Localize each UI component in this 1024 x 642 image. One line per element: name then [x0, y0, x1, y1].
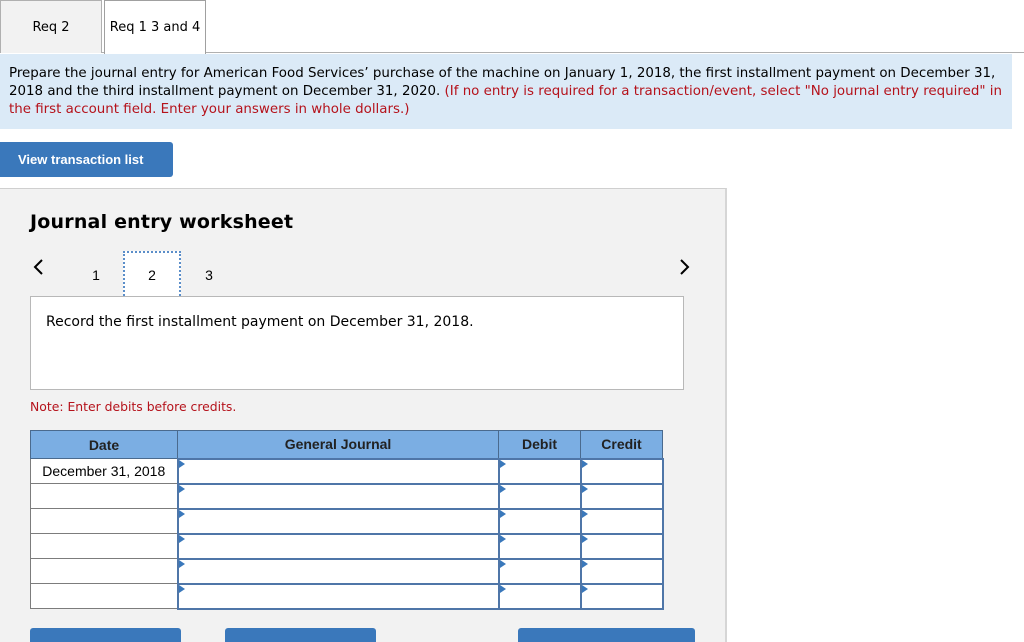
date-cell	[30, 508, 178, 534]
field-marker-icon	[178, 559, 185, 568]
credit-input-cell	[579, 532, 664, 560]
debit-input[interactable]	[499, 560, 580, 582]
table-row	[30, 582, 664, 610]
header-date: Date	[30, 430, 178, 459]
table-row: December 31, 2018	[30, 457, 664, 485]
view-transaction-list-button[interactable]: View transaction list	[0, 142, 173, 177]
date-cell	[30, 558, 178, 584]
debit-input[interactable]	[499, 485, 580, 507]
field-marker-icon	[581, 484, 588, 493]
account-select-cell	[176, 557, 500, 585]
credit-input[interactable]	[581, 585, 662, 607]
debit-input[interactable]	[499, 460, 580, 482]
account-select-cell	[176, 507, 500, 535]
account-select-cell	[176, 582, 500, 610]
table-header-row: Date General Journal Debit Credit	[30, 430, 663, 459]
debits-credits-note: Note: Enter debits before credits.	[30, 399, 237, 414]
debit-input-cell	[497, 482, 582, 510]
field-marker-icon	[178, 484, 185, 493]
account-select[interactable]	[178, 560, 498, 582]
record-entry-button[interactable]	[30, 628, 181, 642]
date-cell: December 31, 2018	[30, 458, 178, 484]
field-marker-icon	[178, 509, 185, 518]
account-select[interactable]	[178, 535, 498, 557]
account-select-cell	[176, 457, 500, 485]
table-row	[30, 507, 664, 535]
account-select[interactable]	[178, 460, 498, 482]
header-debit: Debit	[498, 430, 581, 459]
debit-input-cell	[497, 457, 582, 485]
credit-input[interactable]	[581, 535, 662, 557]
date-cell	[30, 533, 178, 559]
chevron-right-icon	[680, 259, 690, 275]
tab-bar: Req 2 Req 1 3 and 4	[0, 0, 1024, 54]
field-marker-icon	[581, 459, 588, 468]
journal-entry-worksheet-panel: Journal entry worksheet 1 2 3 Record the…	[0, 188, 727, 642]
field-marker-icon	[499, 484, 506, 493]
credit-input-cell	[579, 507, 664, 535]
field-marker-icon	[178, 584, 185, 593]
credit-input[interactable]	[581, 510, 662, 532]
field-marker-icon	[581, 559, 588, 568]
page-3-button[interactable]: 3	[180, 251, 238, 299]
view-general-journal-button[interactable]	[518, 628, 695, 642]
next-page-button[interactable]	[675, 255, 695, 279]
prompt-text: Record the first installment payment on …	[46, 314, 474, 330]
account-select[interactable]	[178, 585, 498, 607]
credit-input-cell	[579, 457, 664, 485]
page-1-button[interactable]: 1	[67, 251, 125, 299]
page-2-button-current[interactable]: 2	[123, 251, 181, 299]
header-credit: Credit	[580, 430, 663, 459]
account-select[interactable]	[178, 510, 498, 532]
instructions-banner: Prepare the journal entry for American F…	[0, 54, 1012, 129]
field-marker-icon	[581, 509, 588, 518]
header-general-journal: General Journal	[177, 430, 499, 459]
tab-req-1-3-and-4[interactable]: Req 1 3 and 4	[104, 0, 206, 54]
debit-input-cell	[497, 507, 582, 535]
account-select-cell	[176, 532, 500, 560]
table-row	[30, 532, 664, 560]
field-marker-icon	[499, 459, 506, 468]
chevron-left-icon	[33, 259, 43, 275]
credit-input-cell	[579, 482, 664, 510]
field-marker-icon	[499, 584, 506, 593]
tab-req-2[interactable]: Req 2	[0, 0, 102, 53]
debit-input-cell	[497, 582, 582, 610]
table-row	[30, 557, 664, 585]
field-marker-icon	[499, 534, 506, 543]
field-marker-icon	[178, 459, 185, 468]
field-marker-icon	[499, 509, 506, 518]
field-marker-icon	[499, 559, 506, 568]
field-marker-icon	[581, 584, 588, 593]
date-cell	[30, 583, 178, 609]
date-cell	[30, 483, 178, 509]
transaction-prompt: Record the first installment payment on …	[30, 296, 684, 390]
field-marker-icon	[581, 534, 588, 543]
clear-entry-button[interactable]	[225, 628, 376, 642]
debit-input-cell	[497, 557, 582, 585]
table-row	[30, 482, 664, 510]
credit-input-cell	[579, 582, 664, 610]
journal-table: Date General Journal Debit Credit Decemb…	[30, 430, 664, 610]
account-select-cell	[176, 482, 500, 510]
credit-input-cell	[579, 557, 664, 585]
debit-input-cell	[497, 532, 582, 560]
worksheet-title: Journal entry worksheet	[30, 211, 294, 233]
debit-input[interactable]	[499, 535, 580, 557]
previous-page-button[interactable]	[28, 255, 48, 279]
debit-input[interactable]	[499, 585, 580, 607]
credit-input[interactable]	[581, 560, 662, 582]
credit-input[interactable]	[581, 485, 662, 507]
field-marker-icon	[178, 534, 185, 543]
account-select[interactable]	[178, 485, 498, 507]
debit-input[interactable]	[499, 510, 580, 532]
credit-input[interactable]	[581, 460, 662, 482]
